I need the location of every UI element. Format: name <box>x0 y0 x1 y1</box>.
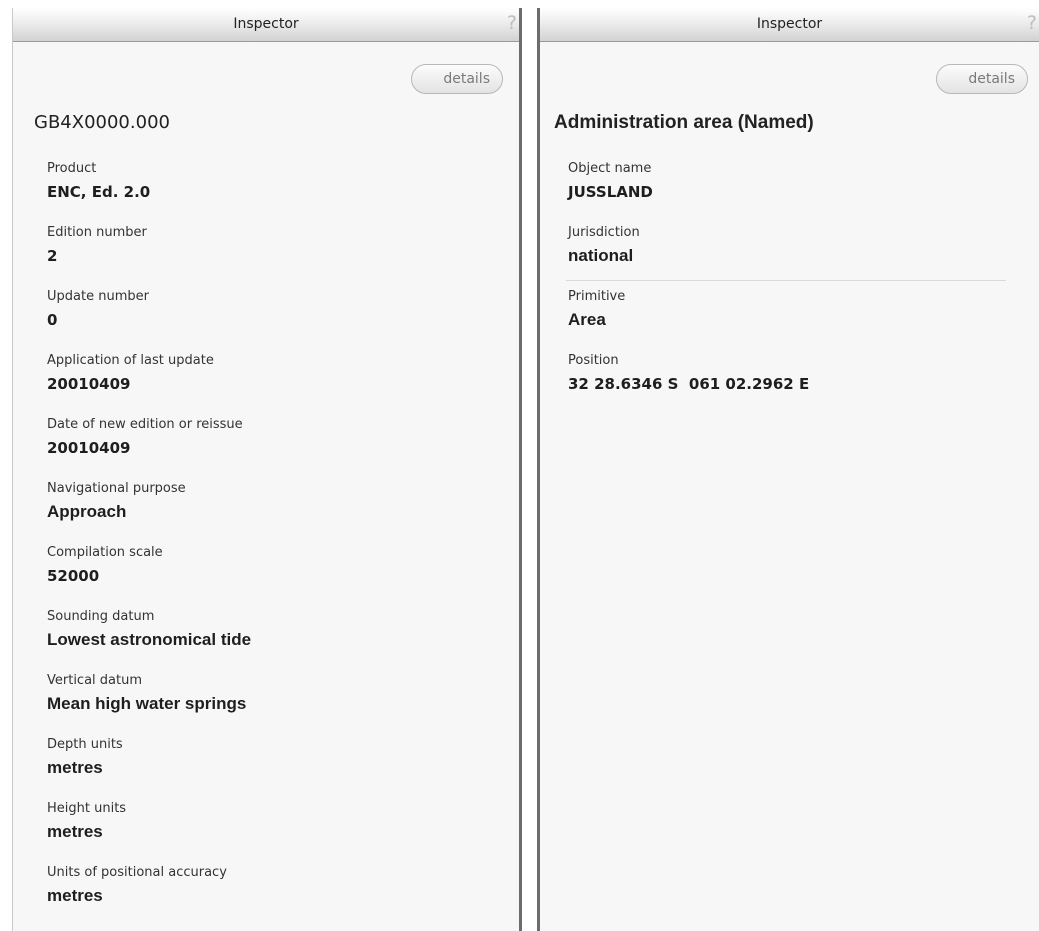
property-list: Object name JUSSLAND Jurisdiction nation… <box>568 160 1029 416</box>
screen: Inspector ? details GB4X0000.000 Product… <box>0 0 1039 931</box>
property-label: Object name <box>568 161 652 176</box>
property-value: JUSSLAND <box>568 183 653 201</box>
property-label: Application of last update <box>47 353 214 368</box>
object-heading: GB4X0000.000 <box>34 112 170 133</box>
property-label: Depth units <box>47 737 123 752</box>
details-button[interactable]: details <box>411 64 503 94</box>
property-value: 20010409 <box>47 439 131 457</box>
property-label: Units of positional accuracy <box>47 865 227 880</box>
panel-title: Inspector <box>233 16 299 32</box>
property-vertical-datum: Vertical datum Mean high water springs <box>47 672 509 736</box>
property-object-name: Object name JUSSLAND <box>568 160 1029 224</box>
property-value: ENC, Ed. 2.0 <box>47 183 151 201</box>
property-value: Approach <box>47 502 127 521</box>
property-jurisdiction: Jurisdiction national <box>568 224 1029 288</box>
property-value: Area <box>568 310 606 329</box>
property-navigational-purpose: Navigational purpose Approach <box>47 480 509 544</box>
object-heading: Administration area (Named) <box>554 112 814 133</box>
panel-titlebar: Inspector ? <box>13 8 519 42</box>
help-icon[interactable]: ? <box>1027 12 1037 34</box>
property-label: Edition number <box>47 225 147 240</box>
property-value: Lowest astronomical tide <box>47 630 252 649</box>
property-value: 0 <box>47 311 58 329</box>
property-label: Navigational purpose <box>47 481 186 496</box>
property-height-units: Height units metres <box>47 800 509 864</box>
property-sounding-datum: Sounding datum Lowest astronomical tide <box>47 608 509 672</box>
details-button[interactable]: details <box>936 64 1028 94</box>
property-label: Date of new edition or reissue <box>47 417 243 432</box>
property-label: Vertical datum <box>47 673 143 688</box>
property-value: 20010409 <box>47 375 131 393</box>
property-label: Product <box>47 161 97 176</box>
property-label: Sounding datum <box>47 609 155 624</box>
property-label: Primitive <box>568 289 626 304</box>
property-value: metres <box>47 758 103 777</box>
property-list: Product ENC, Ed. 2.0 Edition number 2 Up… <box>47 160 509 928</box>
property-label: Jurisdiction <box>568 225 640 240</box>
property-edition-number: Edition number 2 <box>47 224 509 288</box>
property-primitive: Primitive Area <box>568 288 1029 352</box>
property-label: Height units <box>47 801 127 816</box>
property-value: Mean high water springs <box>47 694 247 713</box>
property-label: Compilation scale <box>47 545 163 560</box>
property-position: Position 32 28.6346 S 061 02.2962 E <box>568 352 1029 416</box>
property-value: 2 <box>47 247 58 265</box>
property-product: Product ENC, Ed. 2.0 <box>47 160 509 224</box>
property-label: Update number <box>47 289 149 304</box>
property-value: 52000 <box>47 567 100 585</box>
property-label: Position <box>568 353 619 368</box>
property-date-of-new-edition: Date of new edition or reissue 20010409 <box>47 416 509 480</box>
property-application-of-last-update: Application of last update 20010409 <box>47 352 509 416</box>
property-value: national <box>568 246 634 265</box>
property-units-of-positional-accuracy: Units of positional accuracy metres <box>47 864 509 928</box>
help-icon[interactable]: ? <box>507 12 517 34</box>
property-value: metres <box>47 822 103 841</box>
property-update-number: Update number 0 <box>47 288 509 352</box>
property-value: metres <box>47 886 103 905</box>
panel-titlebar: Inspector ? <box>540 8 1039 42</box>
inspector-panel-right: Inspector ? details Administration area … <box>537 8 1039 931</box>
panel-title: Inspector <box>756 16 823 32</box>
inspector-panel-left: Inspector ? details GB4X0000.000 Product… <box>12 8 522 931</box>
property-compilation-scale: Compilation scale 52000 <box>47 544 509 608</box>
property-depth-units: Depth units metres <box>47 736 509 800</box>
property-value: 32 28.6346 S 061 02.2962 E <box>568 375 810 393</box>
